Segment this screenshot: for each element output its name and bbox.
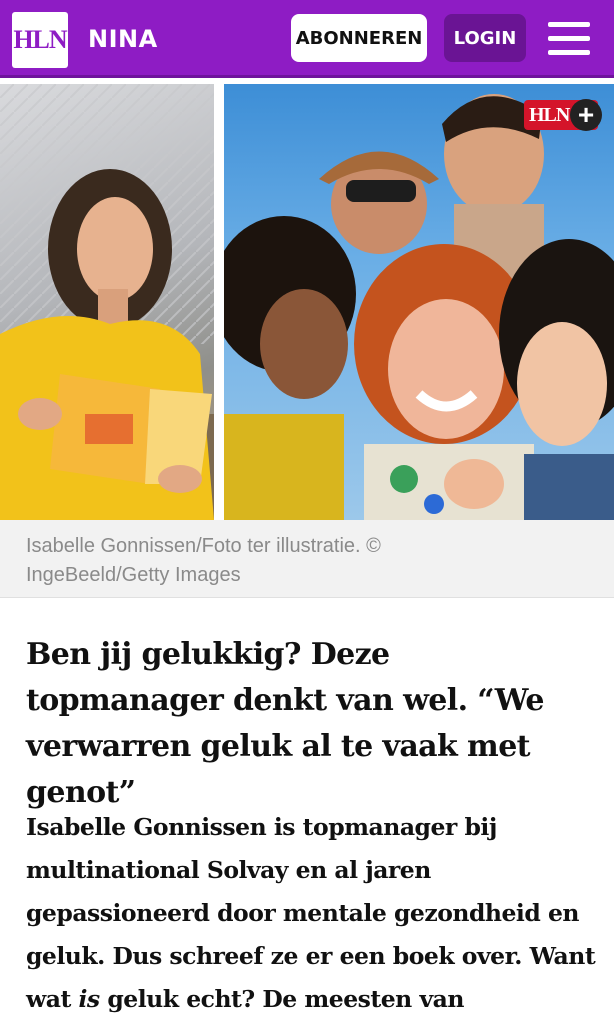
section-title[interactable]: NINA	[88, 22, 158, 56]
hln-logo[interactable]: HLN	[12, 12, 68, 68]
photo-divider	[214, 84, 224, 520]
article-intro: Isabelle Gonnissen is topmanager bij mul…	[26, 806, 598, 1021]
caption-line-1: Isabelle Gonnissen/Foto ter illustratie.…	[26, 535, 381, 557]
premium-badge-label: HLN	[529, 103, 570, 126]
photo-caption: Isabelle Gonnissen/Foto ter illustratie.…	[0, 520, 614, 598]
plus-icon: +	[570, 99, 602, 131]
caption-line-2: IngeBeeld/Getty Images	[26, 564, 241, 586]
intro-text-2: geluk echt? De meesten van	[99, 985, 464, 1013]
login-button[interactable]: LOGIN	[444, 14, 526, 62]
premium-badge: HLN +	[524, 99, 602, 131]
woman-reading-book-photo	[0, 84, 214, 520]
intro-emphasis: is	[78, 985, 101, 1013]
subscribe-button[interactable]: ABONNEREN	[291, 14, 427, 62]
intro-text-1: Isabelle Gonnissen is topmanager bij mul…	[26, 813, 596, 1013]
site-header: HLN NINA ABONNEREN LOGIN	[0, 0, 614, 78]
article-headline: Ben jij gelukkig? Deze topmanager denkt …	[26, 637, 545, 810]
hamburger-menu-icon[interactable]	[548, 20, 590, 58]
group-of-friends-photo	[224, 84, 614, 520]
